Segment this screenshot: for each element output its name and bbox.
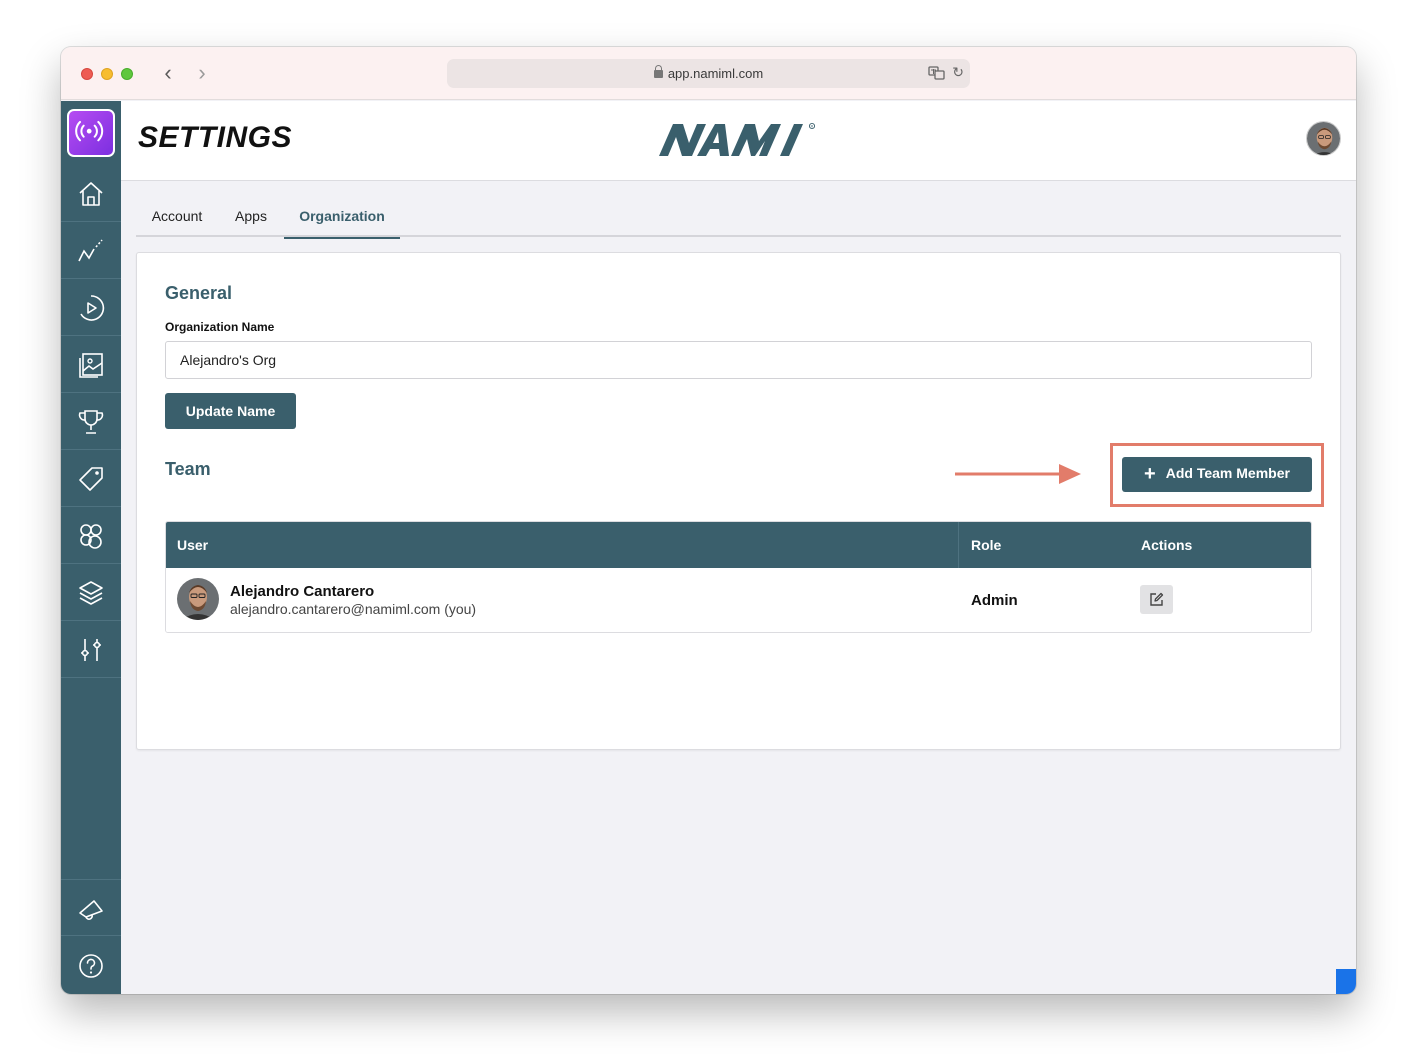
annotation-arrow (955, 464, 1081, 484)
add-team-member-label: Add Team Member (1165, 465, 1290, 481)
tab-apps[interactable]: Apps (218, 207, 284, 237)
column-divider (958, 522, 959, 568)
layers-icon (79, 581, 103, 605)
team-section-title: Team (165, 459, 211, 479)
nami-logo: R (659, 122, 816, 156)
reload-icon[interactable]: ↻ (952, 64, 964, 81)
update-name-button[interactable]: Update Name (165, 393, 296, 429)
sidebar-item-gallery[interactable] (61, 336, 121, 393)
edit-icon (1150, 592, 1164, 606)
address-bar[interactable]: app.namiml.com ↻ (447, 59, 970, 88)
gallery-icon (79, 353, 103, 378)
maximize-window-button[interactable] (121, 68, 133, 80)
tab-account[interactable]: Account (136, 207, 218, 237)
member-name: Alejandro Cantarero (230, 583, 375, 600)
sidebar-item-announcements[interactable] (61, 879, 121, 936)
play-icon (80, 295, 105, 321)
org-name-label: Organization Name (165, 320, 275, 334)
general-section-title: General (165, 283, 233, 303)
column-header-actions: Actions (1141, 537, 1193, 553)
page-title: SETTINGS (138, 121, 293, 154)
sidebar-item-play[interactable] (61, 279, 121, 336)
member-avatar (177, 578, 219, 620)
sliders-icon (81, 639, 101, 661)
table-header: User Role Actions (166, 522, 1311, 568)
sidebar-item-trophy[interactable] (61, 393, 121, 450)
sidebar-item-tags[interactable] (61, 450, 121, 507)
table-row: Alejandro Cantarero alejandro.cantarero@… (166, 568, 1311, 632)
sidebar-item-home[interactable] (61, 165, 121, 222)
tag-icon (79, 467, 103, 491)
svg-text:R: R (811, 124, 814, 128)
lock-icon (653, 65, 663, 78)
org-name-input[interactable] (165, 341, 1312, 379)
column-header-role: Role (971, 537, 1002, 553)
browser-window: ‹ › app.namiml.com ↻ SETTINGS R Account … (61, 47, 1356, 994)
home-icon (79, 182, 103, 206)
browser-titlebar: ‹ › app.namiml.com ↻ (61, 47, 1356, 100)
url-text: app.namiml.com (667, 66, 764, 81)
segments-icon (80, 524, 102, 549)
sidebar (61, 101, 121, 994)
sidebar-item-settings[interactable] (61, 621, 121, 678)
sidebar-item-analytics[interactable] (61, 222, 121, 279)
member-email: alejandro.cantarero@namiml.com (you) (230, 601, 477, 617)
chat-icon (1352, 991, 1356, 994)
plus-icon: + (1144, 463, 1156, 485)
add-team-member-button[interactable]: + Add Team Member (1122, 457, 1312, 492)
member-role: Admin (971, 592, 1018, 609)
analytics-icon (78, 239, 103, 262)
user-avatar[interactable] (1306, 121, 1341, 156)
organization-card: General Organization Name Update Name Te… (136, 252, 1341, 750)
chat-button[interactable] (1336, 969, 1356, 994)
settings-tabs: Account Apps Organization (136, 207, 1341, 239)
trophy-icon (78, 410, 104, 434)
tab-organization[interactable]: Organization (284, 207, 400, 239)
column-header-user: User (177, 537, 209, 553)
close-window-button[interactable] (81, 68, 93, 80)
broadcast-icon[interactable] (67, 109, 115, 157)
edit-member-button[interactable] (1140, 585, 1173, 614)
sidebar-item-layers[interactable] (61, 564, 121, 621)
translate-icon[interactable] (928, 65, 946, 81)
sidebar-item-help[interactable] (61, 937, 121, 994)
sidebar-item-segments[interactable] (61, 507, 121, 564)
page-header: SETTINGS R (121, 101, 1356, 181)
minimize-window-button[interactable] (101, 68, 113, 80)
team-table: User Role Actions Alejandro Cantarero al… (165, 521, 1312, 633)
forward-icon[interactable]: › (190, 61, 214, 85)
megaphone-icon (79, 900, 103, 920)
main-content: SETTINGS R Account Apps Organization Gen… (121, 101, 1356, 994)
help-icon (79, 954, 103, 978)
back-icon[interactable]: ‹ (156, 61, 180, 85)
